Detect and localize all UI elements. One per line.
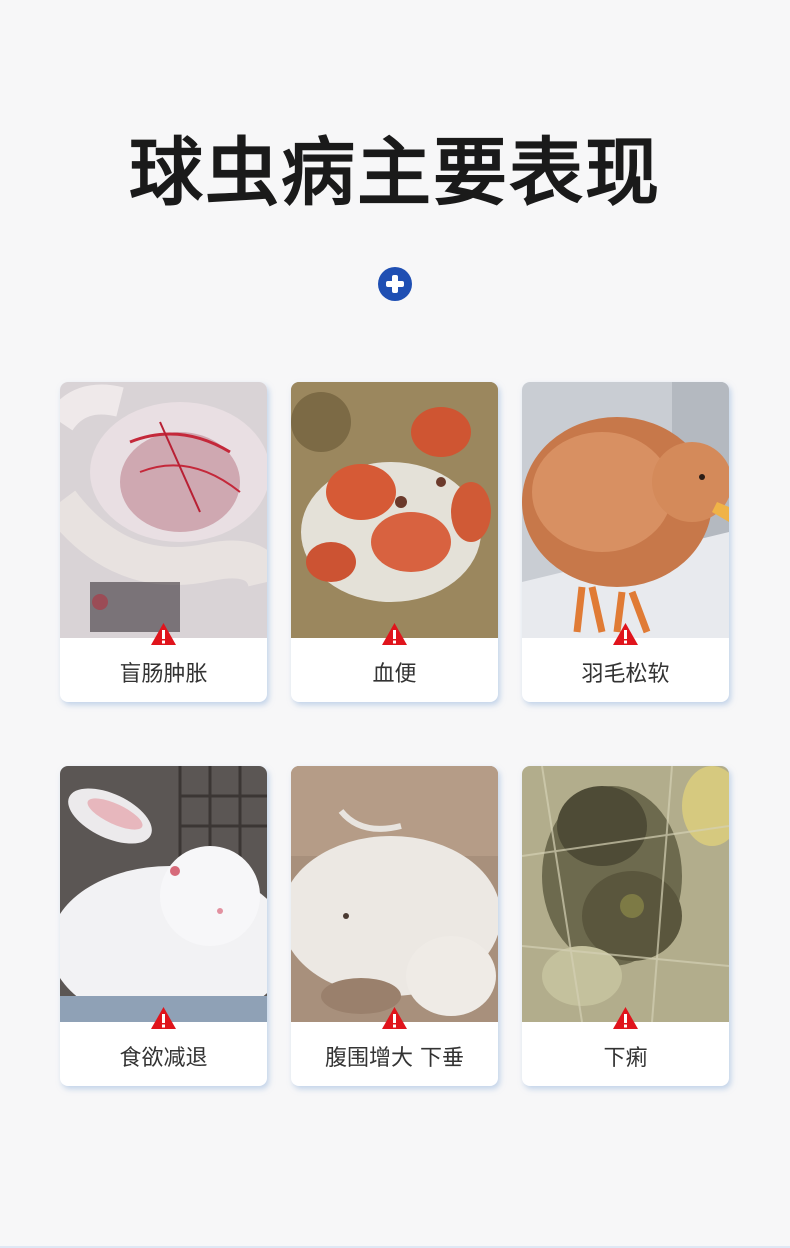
symptom-label: 羽毛松软 xyxy=(581,662,670,687)
warning-icon xyxy=(613,1007,638,1029)
diarrhea-photo xyxy=(522,766,729,1022)
bloody-stool-photo xyxy=(291,382,498,638)
warning-icon xyxy=(382,1007,407,1029)
symptom-card: 盲肠肿胀 xyxy=(60,382,267,702)
white-rabbit-photo xyxy=(60,766,267,1022)
warning-icon xyxy=(151,1007,176,1029)
symptom-card: 腹围增大 下垂 xyxy=(291,766,498,1086)
chicken-photo xyxy=(522,382,729,638)
symptom-label: 下痢 xyxy=(603,1046,648,1071)
symptom-card: 食欲减退 xyxy=(60,766,267,1086)
symptom-label: 腹围增大 下垂 xyxy=(325,1046,464,1071)
symptom-card: 羽毛松软 xyxy=(522,382,729,702)
intestine-photo xyxy=(60,382,267,638)
symptom-card: 血便 xyxy=(291,382,498,702)
warning-icon xyxy=(382,623,407,645)
lying-rabbit-photo xyxy=(291,766,498,1022)
page-title: 球虫病主要表现 xyxy=(129,130,661,216)
symptom-card: 下痢 xyxy=(522,766,729,1086)
symptom-label: 血便 xyxy=(372,662,417,687)
symptom-label: 食欲减退 xyxy=(119,1046,208,1071)
plus-icon xyxy=(378,267,412,301)
warning-icon xyxy=(151,623,176,645)
warning-icon xyxy=(613,623,638,645)
symptom-label: 盲肠肿胀 xyxy=(119,662,208,687)
